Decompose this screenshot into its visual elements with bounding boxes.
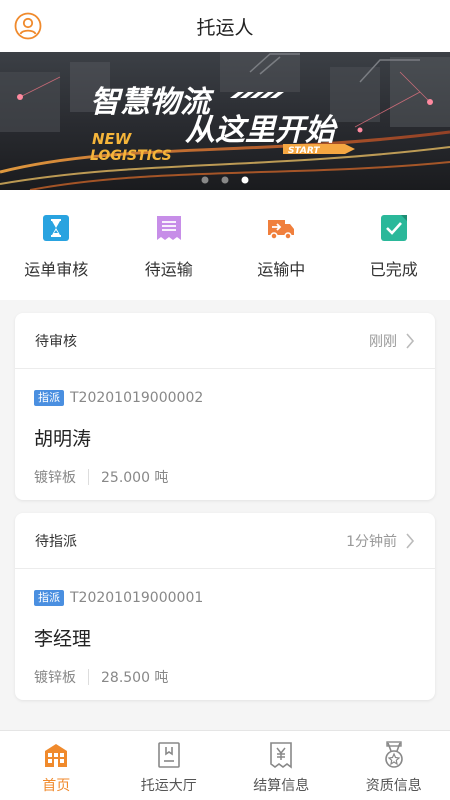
quick-action-completed[interactable]: 已完成 xyxy=(338,190,450,300)
quick-action-label: 已完成 xyxy=(369,260,418,279)
order-number: T20201019000001 xyxy=(70,590,204,606)
order-weight: 28.500 吨 xyxy=(101,670,169,686)
order-contact-name: 胡明涛 xyxy=(34,428,92,450)
promo-banner[interactable]: 智慧物流 从这里开始 NEW LOGISTICS START xyxy=(0,52,450,190)
hourglass-icon xyxy=(43,215,70,241)
order-card[interactable]: 待审核 刚刚 指派 T20201019000002 胡明涛 镀锌板 25.000… xyxy=(15,313,435,500)
banner-tag-logistics: LOGISTICS xyxy=(90,148,172,164)
order-time: 1分钟前 xyxy=(346,533,397,550)
tab-label: 首页 xyxy=(42,778,71,794)
tab-home[interactable]: 首页 xyxy=(0,731,113,800)
order-contact-name: 李经理 xyxy=(34,628,92,650)
banner-subhead: 从这里开始 xyxy=(185,113,338,148)
order-time: 刚刚 xyxy=(369,333,397,350)
chevron-right-icon xyxy=(406,332,415,349)
order-material: 镀锌板 xyxy=(34,670,76,686)
tab-settlement[interactable]: 结算信息 xyxy=(225,731,338,800)
home-icon xyxy=(45,744,68,767)
banner-dot-active[interactable] xyxy=(241,176,249,184)
order-material: 镀锌板 xyxy=(34,470,76,486)
banner-dot[interactable] xyxy=(221,176,229,184)
order-card[interactable]: 待指派 1分钟前 指派 T20201019000001 李经理 镀锌板 28.5… xyxy=(15,513,435,700)
quick-action-label: 运输中 xyxy=(257,260,306,279)
order-time-link[interactable]: 刚刚 xyxy=(369,331,415,351)
tab-label: 资质信息 xyxy=(365,778,422,794)
tab-label: 结算信息 xyxy=(253,778,310,794)
order-status: 待审核 xyxy=(35,333,77,350)
tab-qualification[interactable]: 资质信息 xyxy=(338,731,450,800)
quick-action-review[interactable]: 运单审核 xyxy=(0,190,113,300)
order-tag: 指派 xyxy=(34,590,64,606)
order-time-link[interactable]: 1分钟前 xyxy=(346,531,415,551)
page-title: 托运人 xyxy=(196,16,254,39)
document-list-icon xyxy=(156,216,181,240)
quick-action-in-transit[interactable]: 运输中 xyxy=(225,190,338,300)
order-number: T20201019000002 xyxy=(70,390,204,406)
quick-action-label: 待运输 xyxy=(144,260,193,279)
quick-action-pending[interactable]: 待运输 xyxy=(113,190,226,300)
quick-action-label: 运单审核 xyxy=(24,260,89,279)
truck-icon xyxy=(268,220,295,240)
qualification-icon xyxy=(384,741,403,768)
divider xyxy=(88,669,89,685)
banner-tag-new: NEW xyxy=(92,130,133,148)
chevron-right-icon xyxy=(406,532,415,549)
banner-start: START xyxy=(288,146,320,156)
check-icon xyxy=(380,215,407,241)
tab-label: 托运大厅 xyxy=(140,778,197,794)
settlement-icon xyxy=(270,742,293,769)
tab-hall[interactable]: 托运大厅 xyxy=(113,731,226,800)
order-tag: 指派 xyxy=(34,390,64,406)
order-weight: 25.000 吨 xyxy=(101,470,169,486)
order-status: 待指派 xyxy=(35,533,77,550)
hall-icon xyxy=(157,742,180,768)
bottom-tab-bar: 首页 托运大厅 结算信息 资质信息 xyxy=(0,730,450,800)
user-circle-icon[interactable] xyxy=(14,12,42,40)
order-card-header: 待指派 1分钟前 xyxy=(15,513,435,569)
quick-actions: 运单审核 待运输 运输中 已完成 xyxy=(0,190,450,300)
order-card-header: 待审核 刚刚 xyxy=(15,313,435,369)
app-header: 托运人 xyxy=(0,0,450,52)
banner-dot[interactable] xyxy=(201,176,209,184)
divider xyxy=(88,469,89,485)
